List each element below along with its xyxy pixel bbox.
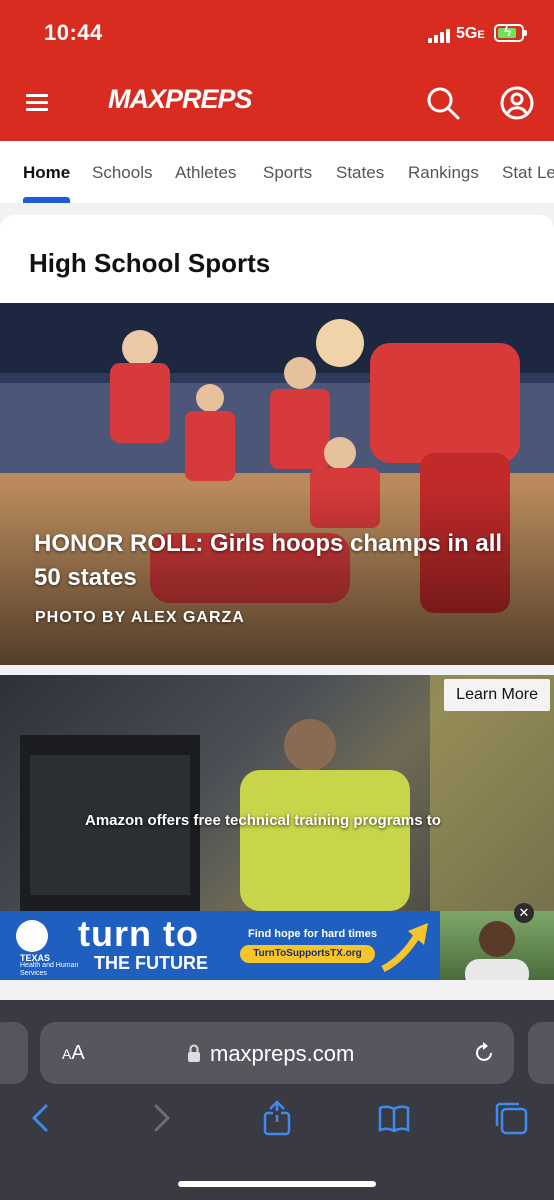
banner-url: TurnToSupportsTX.org [240,945,375,963]
tab-sports[interactable]: Sports [263,163,312,183]
learn-more-button[interactable]: Learn More [444,679,550,711]
arrow-icon [381,923,428,973]
battery-icon: ϟ [494,23,527,42]
account-icon[interactable] [500,86,534,120]
ad-caption: Amazon offers free technical training pr… [85,812,441,829]
signal-icon [428,29,450,43]
banner-headline-2: THE FUTURE [94,953,208,973]
tab-states[interactable]: States [336,163,384,183]
status-time: 10:44 [44,20,103,45]
section-title: High School Sports [29,248,271,278]
text-size-button[interactable]: AA [62,1042,85,1065]
tab-athletes[interactable]: Athletes [175,163,236,183]
hero-story[interactable]: HONOR ROLL: Girls hoops champs in all 50… [0,303,554,665]
tab-rankings[interactable]: Rankings [408,163,479,183]
video-ad[interactable]: Learn More Amazon offers free technical … [0,675,554,980]
previous-tab[interactable] [0,1022,28,1084]
logo-text: MAXPREPS [108,84,253,114]
tab-home[interactable]: Home [23,163,70,183]
hero-headline[interactable]: HONOR ROLL: Girls hoops champs in all 50… [34,527,534,595]
ad-video[interactable]: Learn More Amazon offers free technical … [0,675,554,911]
seal-label: TEXAS Health and Human Services [20,953,79,978]
hamburger-menu-icon[interactable] [26,94,48,112]
tab-stat-leaders[interactable]: Stat Le [502,163,554,183]
search-icon[interactable] [426,86,460,120]
ad-close-button[interactable]: ✕ [514,903,534,923]
forward-icon[interactable] [142,1100,178,1136]
bookmarks-icon[interactable] [376,1100,412,1136]
share-icon[interactable] [259,1100,295,1136]
main-card: High School Sports HONOR ROLL: Girls hoo… [0,215,554,665]
texas-seal-icon [16,920,48,952]
nav-tabs: Home Schools Athletes Sports States Rank… [0,141,554,203]
photo-credit: PHOTO BY ALEX GARZA [35,609,245,626]
tab-schools[interactable]: Schools [92,163,152,183]
ad-banner[interactable]: TEXAS Health and Human Services turn to … [0,911,554,980]
back-icon[interactable] [24,1100,60,1136]
banner-photo [440,911,554,980]
lock-icon [188,1044,200,1062]
url-text[interactable]: maxpreps.com [210,1041,354,1067]
banner-tagline: Find hope for hard times [248,928,377,940]
browser-toolbar: AA maxpreps.com [0,1000,554,1200]
banner-headline-1: turn to [78,913,199,954]
home-indicator [178,1181,376,1187]
reload-icon[interactable] [472,1041,496,1065]
address-bar[interactable]: AA maxpreps.com [40,1022,514,1084]
app-header: 10:44 5GE ϟ MAXPREPS [0,0,554,141]
active-tab-indicator [23,197,70,203]
next-tab[interactable] [528,1022,554,1084]
tabs-icon[interactable] [493,1100,529,1136]
network-label: 5GE [456,25,485,42]
maxpreps-logo[interactable]: MAXPREPS [108,80,253,130]
